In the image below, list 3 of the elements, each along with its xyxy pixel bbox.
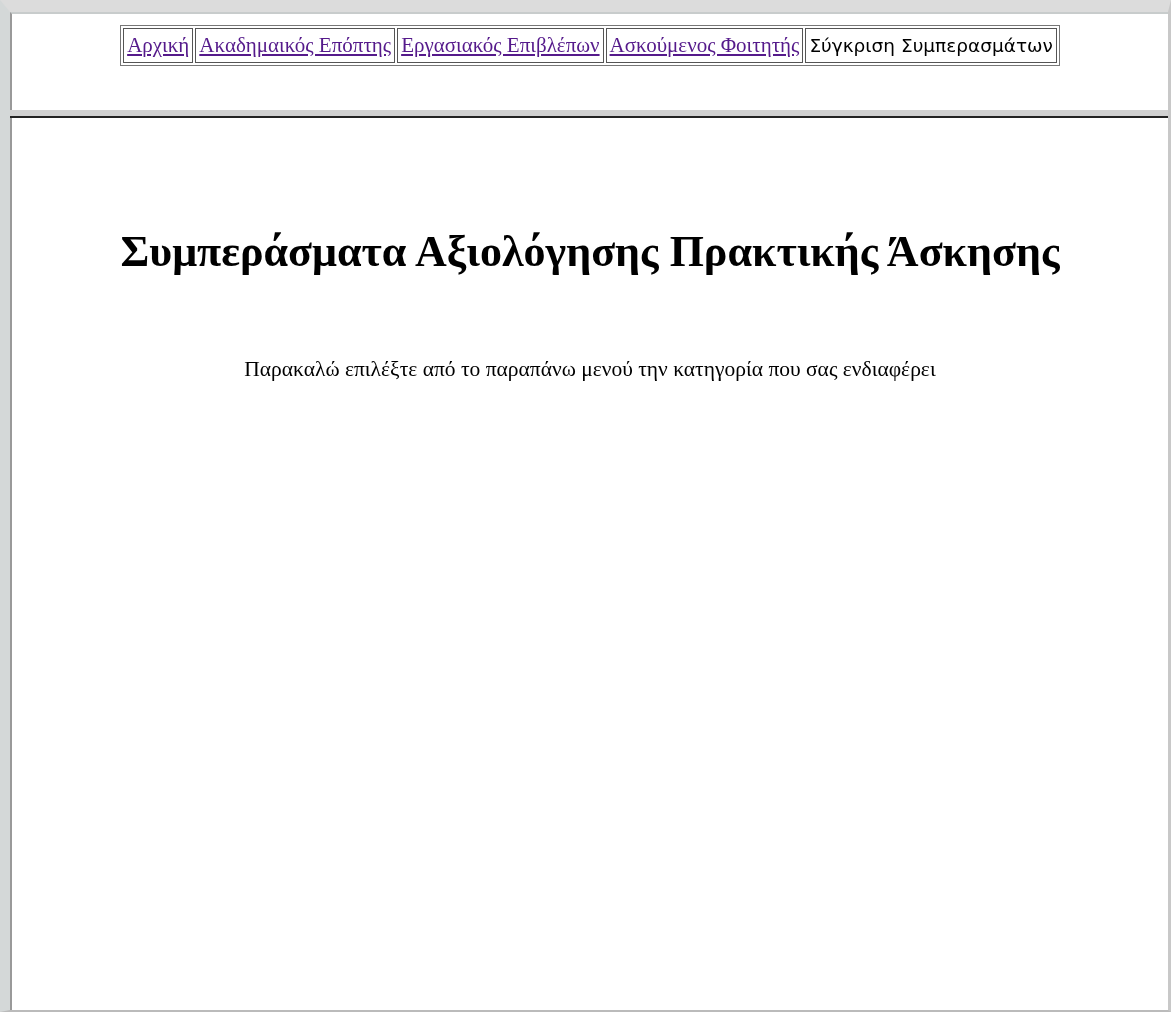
current-page-label: Σύγκριση Συμπερασμάτων bbox=[809, 35, 1053, 56]
page-heading: Συμπεράσματα Αξιολόγησης Πρακτικής Άσκησης bbox=[120, 226, 1060, 277]
instruction-text: Παρακαλώ επιλέξτε από το παραπάνω μενού την κατηγορία που σας ενδιαφέρει bbox=[244, 357, 936, 382]
